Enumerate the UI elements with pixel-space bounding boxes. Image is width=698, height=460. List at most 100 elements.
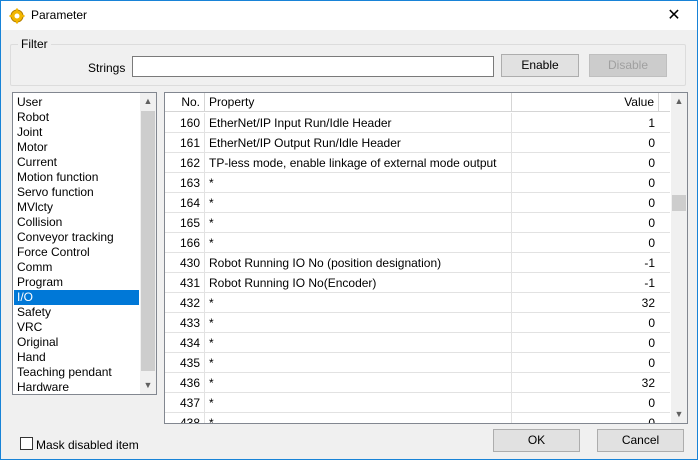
- cell-value[interactable]: 0: [512, 393, 659, 413]
- cell-no[interactable]: 433: [165, 313, 205, 333]
- cell-property[interactable]: *: [205, 293, 512, 313]
- cell-value[interactable]: 0: [512, 193, 659, 213]
- cell-value[interactable]: 0: [512, 233, 659, 253]
- category-item[interactable]: Motion function: [14, 170, 139, 185]
- cell-value[interactable]: 0: [512, 153, 659, 173]
- cell-property[interactable]: *: [205, 413, 512, 423]
- scroll-up-icon[interactable]: ▲: [140, 93, 156, 110]
- cell-property[interactable]: *: [205, 393, 512, 413]
- category-scrollbar[interactable]: ▲ ▼: [140, 93, 156, 394]
- cell-property[interactable]: *: [205, 333, 512, 353]
- cell-property[interactable]: *: [205, 353, 512, 373]
- cell-property[interactable]: *: [205, 233, 512, 253]
- category-item[interactable]: Hardware: [14, 380, 139, 394]
- cell-property[interactable]: *: [205, 313, 512, 333]
- cell-property[interactable]: EtherNet/IP Output Run/Idle Header: [205, 133, 512, 153]
- cell-property[interactable]: Robot Running IO No (position designatio…: [205, 253, 512, 273]
- cell-no[interactable]: 434: [165, 333, 205, 353]
- cell-value[interactable]: 0: [512, 353, 659, 373]
- cell-value[interactable]: 0: [512, 133, 659, 153]
- cell-no[interactable]: 166: [165, 233, 205, 253]
- cell-property[interactable]: *: [205, 373, 512, 393]
- table-row[interactable]: 160 EtherNet/IP Input Run/Idle Header 1: [165, 113, 670, 133]
- close-button[interactable]: ✕: [651, 1, 697, 30]
- table-row[interactable]: 432 * 32: [165, 293, 670, 313]
- header-no[interactable]: No.: [165, 93, 205, 112]
- enable-button[interactable]: Enable: [501, 54, 579, 77]
- cancel-button[interactable]: Cancel: [597, 429, 684, 452]
- category-item[interactable]: Hand: [14, 350, 139, 365]
- cell-value[interactable]: 32: [512, 293, 659, 313]
- cell-no[interactable]: 432: [165, 293, 205, 313]
- table-scrollbar[interactable]: ▲ ▼: [671, 93, 687, 423]
- cell-no[interactable]: 160: [165, 113, 205, 133]
- cell-no[interactable]: 437: [165, 393, 205, 413]
- header-property[interactable]: Property: [205, 93, 512, 112]
- cell-property[interactable]: *: [205, 173, 512, 193]
- cell-no[interactable]: 164: [165, 193, 205, 213]
- table-row[interactable]: 163 * 0: [165, 173, 670, 193]
- table-row[interactable]: 438 * 0: [165, 413, 670, 423]
- category-item[interactable]: Motor: [14, 140, 139, 155]
- cell-no[interactable]: 165: [165, 213, 205, 233]
- category-item[interactable]: VRC: [14, 320, 139, 335]
- cell-no[interactable]: 435: [165, 353, 205, 373]
- disable-button[interactable]: Disable: [589, 54, 667, 77]
- table-row[interactable]: 164 * 0: [165, 193, 670, 213]
- scroll-down-icon[interactable]: ▼: [140, 377, 156, 394]
- table-row[interactable]: 165 * 0: [165, 213, 670, 233]
- category-item[interactable]: Conveyor tracking: [14, 230, 139, 245]
- cell-no[interactable]: 430: [165, 253, 205, 273]
- strings-input[interactable]: [132, 56, 494, 77]
- cell-value[interactable]: 0: [512, 213, 659, 233]
- cell-property[interactable]: EtherNet/IP Input Run/Idle Header: [205, 113, 512, 133]
- cell-value[interactable]: 1: [512, 113, 659, 133]
- category-item[interactable]: Current: [14, 155, 139, 170]
- cell-value[interactable]: 0: [512, 333, 659, 353]
- category-list[interactable]: User Robot Joint Motor Current Motion functio…: [12, 92, 157, 395]
- cell-no[interactable]: 161: [165, 133, 205, 153]
- table-row[interactable]: 435 * 0: [165, 353, 670, 373]
- table-row[interactable]: 162 TP-less mode, enable linkage of exter…: [165, 153, 670, 173]
- cell-value[interactable]: -1: [512, 273, 659, 293]
- table-row[interactable]: 436 * 32: [165, 373, 670, 393]
- category-item[interactable]: Force Control: [14, 245, 139, 260]
- category-item[interactable]: Comm: [14, 260, 139, 275]
- cell-value[interactable]: 32: [512, 373, 659, 393]
- category-item[interactable]: User: [14, 95, 139, 110]
- table-row[interactable]: 433 * 0: [165, 313, 670, 333]
- table-scroll-thumb[interactable]: [672, 195, 686, 211]
- table-row[interactable]: 437 * 0: [165, 393, 670, 413]
- table-row[interactable]: 431 Robot Running IO No(Encoder) -1: [165, 273, 670, 293]
- mask-disabled-checkbox[interactable]: [20, 437, 33, 450]
- cell-property[interactable]: *: [205, 193, 512, 213]
- cell-no[interactable]: 162: [165, 153, 205, 173]
- cell-value[interactable]: 0: [512, 173, 659, 193]
- cell-value[interactable]: 0: [512, 413, 659, 423]
- category-item[interactable]: MVlcty: [14, 200, 139, 215]
- cell-no[interactable]: 438: [165, 413, 205, 423]
- table-row[interactable]: 430 Robot Running IO No (position designa…: [165, 253, 670, 273]
- category-item[interactable]: Safety: [14, 305, 139, 320]
- category-item[interactable]: Program: [14, 275, 139, 290]
- category-scroll-thumb[interactable]: [141, 111, 155, 371]
- cell-no[interactable]: 436: [165, 373, 205, 393]
- scroll-down-icon[interactable]: ▼: [671, 406, 687, 423]
- cell-value[interactable]: -1: [512, 253, 659, 273]
- cell-property[interactable]: *: [205, 213, 512, 233]
- cell-value[interactable]: 0: [512, 313, 659, 333]
- category-item[interactable]: Joint: [14, 125, 139, 140]
- cell-property[interactable]: Robot Running IO No(Encoder): [205, 273, 512, 293]
- cell-no[interactable]: 163: [165, 173, 205, 193]
- cell-property[interactable]: TP-less mode, enable linkage of external…: [205, 153, 512, 173]
- title-bar[interactable]: Parameter ✕: [0, 0, 698, 30]
- category-item[interactable]: Servo function: [14, 185, 139, 200]
- header-value[interactable]: Value: [512, 93, 659, 112]
- ok-button[interactable]: OK: [493, 429, 580, 452]
- cell-no[interactable]: 431: [165, 273, 205, 293]
- category-item[interactable]: Original: [14, 335, 139, 350]
- scroll-up-icon[interactable]: ▲: [671, 93, 687, 110]
- table-row[interactable]: 161 EtherNet/IP Output Run/Idle Header 0: [165, 133, 670, 153]
- category-item[interactable]: I/O: [14, 290, 139, 305]
- table-row[interactable]: 166 * 0: [165, 233, 670, 253]
